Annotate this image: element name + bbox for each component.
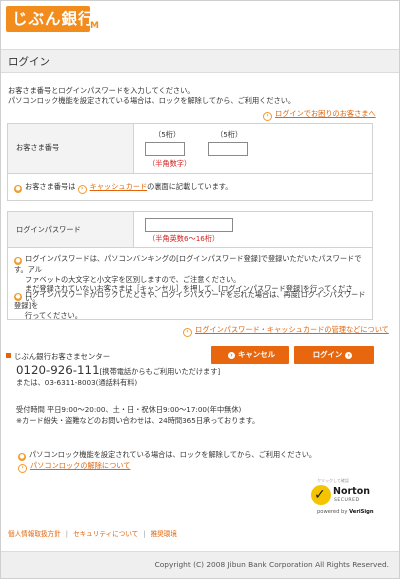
password-field[interactable]	[145, 218, 233, 232]
support-hours-note: ※カード紛失・盗難などのお問い合わせは、24時間365日承っております。	[16, 416, 260, 425]
password-note-2-line-1: ログインパスワードがロックしたときや、ログインパスワードを忘れた場合は、再度[ロ…	[14, 290, 366, 310]
password-note-2-line-2: 行ってください。	[25, 310, 82, 320]
intro-line-2: パソコンロック機能を設定されている場合は、ロックを解除してから、ご利用ください。	[8, 95, 296, 105]
norton-click-hint: クリックして確認	[317, 478, 349, 483]
cash-card-link[interactable]: キャッシュカード	[90, 182, 148, 191]
customer-number-section: お客さま番号 （5桁） （5桁） （半角数字） ● お客さま番号は › キャッシュカ…	[7, 123, 373, 201]
lock-note-text: パソコンロック機能を設定されている場合は、ロックを解除してから、ご利用ください。	[29, 450, 317, 459]
customer-number-label-cell: お客さま番号	[8, 124, 134, 173]
checkmark-icon: ✓	[311, 485, 331, 505]
verisign-name: VeriSign	[349, 509, 374, 515]
password-row: ログインパスワード （半角英数6〜16桁）	[8, 212, 372, 248]
arrow-circle-icon: ›	[183, 328, 192, 337]
page-title-bar: ログイン	[1, 49, 399, 73]
arrow-circle-icon: ›	[228, 352, 236, 359]
footer-links: 個人情報取扱方針 | セキュリティについて | 推奨環境	[8, 530, 177, 539]
password-rule: （半角英数6〜16桁）	[148, 234, 220, 243]
lock-help-label[interactable]: パソコンロックの解除について	[30, 461, 130, 470]
lock-note: ● パソコンロック機能を設定されている場合は、ロックを解除してから、ご利用ください…	[18, 450, 316, 461]
login-help-link[interactable]: › ログインでお困りのお客さまへ	[263, 109, 376, 121]
manage-help-label[interactable]: ログインパスワード・キャッシュカードの管理などについて	[195, 325, 389, 334]
support-phone-number: 0120-926-111	[16, 363, 100, 377]
logo-mark: M	[90, 21, 99, 31]
customer-number-row: お客さま番号 （5桁） （5桁） （半角数字）	[8, 124, 372, 174]
cancel-label: キャンセル	[238, 350, 275, 359]
login-button[interactable]: ログイン ›	[294, 346, 374, 364]
login-label: ログイン	[312, 350, 343, 359]
support-phone: 0120-926-111[携帯電話からもご利用いただけます]	[16, 363, 220, 379]
lock-help-link[interactable]: › パソコンロックの解除について	[18, 461, 130, 473]
customer-number-note: ● お客さま番号は › キャッシュカードの裏面に記載しています。	[14, 182, 366, 194]
customer-number-note-prefix: お客さま番号は	[25, 182, 76, 191]
customer-number-hint-b: （5桁）	[216, 130, 243, 139]
bullet-icon: ●	[14, 257, 22, 265]
footer-link-security[interactable]: セキュリティについて	[73, 530, 138, 538]
support-hours: 受付時間 平日9:00〜20:00、土・日・祝休日9:00〜17:00(年中無休…	[16, 405, 242, 414]
footer-divider: |	[143, 530, 146, 538]
footer-divider: |	[65, 530, 68, 538]
password-note-2: ● ログインパスワードがロックしたときや、ログインパスワードを忘れた場合は、再度[…	[14, 290, 366, 320]
manage-help-link[interactable]: › ログインパスワード・キャッシュカードの管理などについて	[183, 325, 389, 337]
customer-number-rule: （半角数字）	[148, 159, 192, 168]
customer-number-field-a[interactable]	[145, 142, 185, 156]
password-note-1-line-2: ファベットの大文字と小文字を区別しますので、ご注意ください。	[25, 274, 241, 284]
cancel-button[interactable]: › キャンセル	[211, 346, 289, 364]
bank-name: じぶん銀行	[12, 10, 95, 28]
customer-number-label: お客さま番号	[16, 143, 60, 152]
password-note-1-line-1: ログインパスワードは、パソコンバンキングの[ログインパスワード登録]で登録いただ…	[14, 254, 362, 274]
bullet-icon: ●	[18, 453, 26, 461]
copyright: Copyright (C) 2008 Jibun Bank Corporatio…	[154, 560, 389, 569]
arrow-circle-icon: ›	[263, 112, 272, 121]
footer-link-environment[interactable]: 推奨環境	[151, 530, 177, 538]
page-title: ログイン	[8, 56, 50, 68]
bullet-icon: ●	[14, 185, 22, 193]
customer-number-hint-a: （5桁）	[154, 130, 181, 139]
customer-number-note-row: ● お客さま番号は › キャッシュカードの裏面に記載しています。	[8, 174, 372, 200]
support-phone-alt: または、03-6311-8003(通話料有料)	[16, 378, 138, 387]
customer-number-note-suffix: の裏面に記載しています。	[147, 182, 233, 191]
bank-logo[interactable]: じぶん銀行 M	[6, 6, 99, 34]
password-section: ログインパスワード （半角英数6〜16桁） ● ログインパスワードは、パソコンバン…	[7, 211, 373, 320]
arrow-circle-icon: ›	[345, 352, 353, 359]
norton-secured: SECURED	[334, 498, 360, 503]
bullet-icon: ●	[14, 293, 22, 301]
norton-powered-by: powered by	[317, 509, 350, 515]
norton-name: Norton	[333, 486, 370, 497]
footer-link-privacy[interactable]: 個人情報取扱方針	[8, 530, 61, 538]
footer-bar: Copyright (C) 2008 Jibun Bank Corporatio…	[1, 551, 399, 578]
arrow-circle-icon: ›	[18, 464, 27, 473]
password-label: ログインパスワード	[16, 225, 81, 234]
intro-text: お客さま番号とログインパスワードを入力してください。 パソコンロック機能を設定さ…	[8, 86, 388, 105]
arrow-circle-icon: ›	[77, 185, 87, 194]
customer-number-field-b[interactable]	[208, 142, 248, 156]
password-label-cell: ログインパスワード	[8, 212, 134, 247]
support-title-text: じぶん銀行お客さまセンター	[14, 352, 111, 361]
square-bullet-icon	[6, 353, 11, 358]
password-notes-row: ● ログインパスワードは、パソコンバンキングの[ログインパスワード登録]で登録いた…	[8, 248, 372, 320]
support-phone-note: [携帯電話からもご利用いただけます]	[99, 367, 221, 376]
intro-line-1: お客さま番号とログインパスワードを入力してください。	[8, 86, 195, 95]
login-help-label[interactable]: ログインでお困りのお客さまへ	[275, 109, 376, 118]
support-title: じぶん銀行お客さまセンター	[6, 352, 110, 362]
norton-powered: powered by VeriSign	[317, 509, 374, 516]
norton-secured-badge[interactable]: クリックして確認 ✓ Norton SECURED powered by Ver…	[309, 478, 375, 522]
